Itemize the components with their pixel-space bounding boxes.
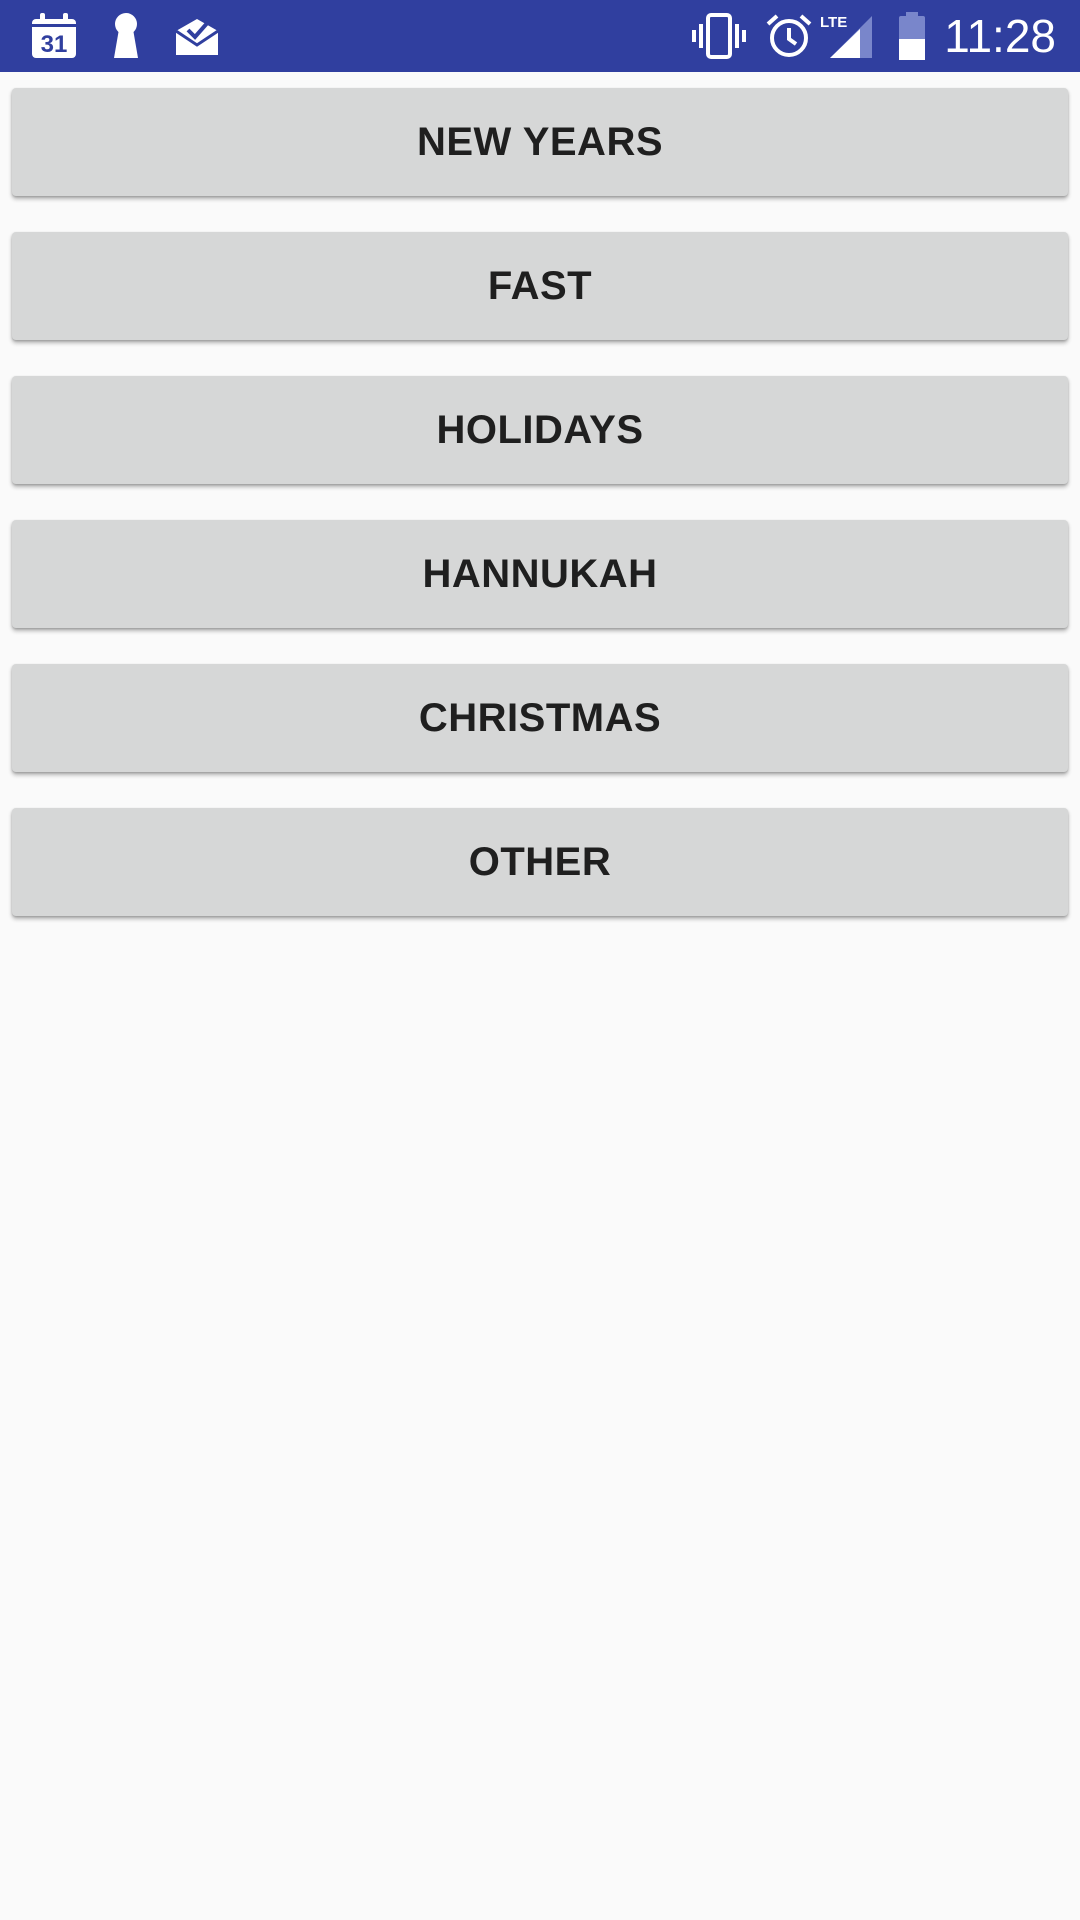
status-time: 11:28 xyxy=(944,10,1056,62)
lte-signal-icon: LTE xyxy=(820,12,876,60)
battery-icon xyxy=(892,12,932,60)
other-button[interactable]: OTHER xyxy=(12,808,1068,916)
category-button-list: NEW YEARS FAST HOLIDAYS HANNUKAH CHRISTM… xyxy=(12,88,1068,952)
hannukah-button[interactable]: HANNUKAH xyxy=(12,520,1068,628)
status-bar: 31 LTE 11:28 xyxy=(0,0,1080,72)
mail-check-icon xyxy=(172,12,222,60)
fast-button[interactable]: FAST xyxy=(12,232,1068,340)
vibrate-icon xyxy=(690,12,748,60)
calendar-day-text: 31 xyxy=(41,31,68,58)
keyhole-icon xyxy=(108,12,144,60)
christmas-button[interactable]: CHRISTMAS xyxy=(12,664,1068,772)
holidays-button[interactable]: HOLIDAYS xyxy=(12,376,1068,484)
calendar-icon: 31 xyxy=(28,12,80,60)
alarm-icon xyxy=(764,12,814,60)
network-label: LTE xyxy=(820,14,847,31)
new-years-button[interactable]: NEW YEARS xyxy=(12,88,1068,196)
